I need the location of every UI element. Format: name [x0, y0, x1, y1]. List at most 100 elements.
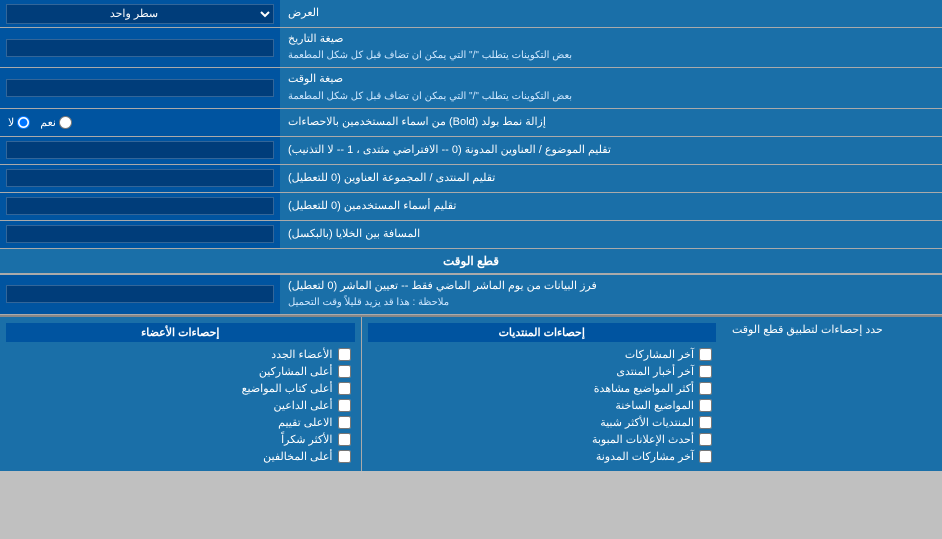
stat-item-4: المواضيع الساخنة — [368, 397, 717, 414]
main-container: العرض سطر واحد سطران ثلاثة أسطر صيغة الت… — [0, 0, 942, 471]
stats-col1-header: إحصاءات المنتديات — [368, 323, 717, 342]
topic-limit-input-wrap: 33 — [0, 137, 280, 164]
stat-label-2: آخر أخبار المنتدى — [616, 365, 694, 378]
spacing-label: المسافة بين الخلايا (بالبكسل) — [280, 221, 942, 248]
realtime-row-note: ملاحظة : هذا قد يزيد قليلاً وقت التحميل — [288, 296, 449, 310]
date-format-input[interactable]: d-m — [6, 39, 274, 57]
time-format-input-wrap: H:i — [0, 68, 280, 107]
bold-no-text: لا — [8, 116, 14, 129]
date-format-row: صيغة التاريخ بعض التكوينات يتطلب "/" الت… — [0, 28, 942, 68]
realtime-row-title: فرز البيانات من يوم الماشر الماضي فقط --… — [288, 279, 597, 294]
stat-checkbox-m5[interactable] — [338, 416, 351, 429]
stat-label-7: آخر مشاركات المدونة — [596, 450, 694, 463]
stat-label-m4: أعلى الداعين — [274, 399, 333, 412]
stats-section: حدد إحصاءات لتطبيق قطع الوقت إحصاءات الم… — [0, 315, 942, 471]
stat-checkbox-m1[interactable] — [338, 348, 351, 361]
username-limit-title: تقليم أسماء المستخدمين (0 للتعطيل) — [288, 199, 456, 214]
time-format-input[interactable]: H:i — [6, 79, 274, 97]
time-format-label: صيغة الوقت بعض التكوينات يتطلب "/" التي … — [280, 68, 942, 107]
realtime-input-wrap: 0 — [0, 275, 280, 314]
stat-item-3: أكثر المواضيع مشاهدة — [368, 380, 717, 397]
stat-label-m7: أعلى المخالفين — [263, 450, 332, 463]
stat-item-m3: أعلى كتاب المواضيع — [6, 380, 355, 397]
stat-item-m4: أعلى الداعين — [6, 397, 355, 414]
date-format-input-wrap: d-m — [0, 28, 280, 67]
realtime-input[interactable]: 0 — [6, 285, 274, 303]
realtime-row: فرز البيانات من يوم الماشر الماضي فقط --… — [0, 275, 942, 315]
stats-col-forums: إحصاءات المنتديات آخر المشاركات آخر أخبا… — [361, 317, 723, 471]
bold-label: إزالة نمط بولد (Bold) من اسماء المستخدمي… — [280, 109, 942, 136]
stats-col1-title: إحصاءات المنتديات — [499, 327, 585, 339]
username-limit-input-wrap: 0 — [0, 193, 280, 220]
bold-yes-text: نعم — [40, 116, 56, 129]
stat-item-m6: الأكثر شكراً — [6, 431, 355, 448]
stat-checkbox-7[interactable] — [699, 450, 712, 463]
time-format-row: صيغة الوقت بعض التكوينات يتطلب "/" التي … — [0, 68, 942, 108]
stat-label-4: المواضيع الساخنة — [615, 399, 694, 412]
stat-label-3: أكثر المواضيع مشاهدة — [594, 382, 694, 395]
stat-checkbox-m7[interactable] — [338, 450, 351, 463]
stats-col2-header: إحصاءات الأعضاء — [6, 323, 355, 342]
stat-label-6: أحدث الإعلانات المبوبة — [592, 433, 694, 446]
realtime-title: قطع الوقت — [443, 254, 499, 268]
stat-item-7: آخر مشاركات المدونة — [368, 448, 717, 465]
stat-checkbox-4[interactable] — [699, 399, 712, 412]
spacing-row: المسافة بين الخلايا (بالبكسل) 2 — [0, 221, 942, 249]
forum-limit-row: تقليم المنتدى / المجموعة العناوين (0 للت… — [0, 165, 942, 193]
stats-cols: إحصاءات المنتديات آخر المشاركات آخر أخبا… — [0, 317, 722, 471]
forum-limit-title: تقليم المنتدى / المجموعة العناوين (0 للت… — [288, 171, 495, 186]
stat-label-5: المنتديات الأكثر شبية — [600, 416, 694, 429]
forum-limit-label: تقليم المنتدى / المجموعة العناوين (0 للت… — [280, 165, 942, 192]
stat-label-m3: أعلى كتاب المواضيع — [242, 382, 333, 395]
stat-checkbox-m6[interactable] — [338, 433, 351, 446]
stats-limit-label: حدد إحصاءات لتطبيق قطع الوقت — [722, 317, 942, 471]
stat-label-1: آخر المشاركات — [625, 348, 694, 361]
stat-checkbox-m4[interactable] — [338, 399, 351, 412]
stat-label-m2: أعلى المشاركين — [259, 365, 333, 378]
spacing-input-wrap: 2 — [0, 221, 280, 248]
stat-checkbox-m3[interactable] — [338, 382, 351, 395]
stat-checkbox-3[interactable] — [699, 382, 712, 395]
topic-limit-row: تقليم الموضوع / العناوين المدونة (0 -- ا… — [0, 137, 942, 165]
spacing-input[interactable]: 2 — [6, 225, 274, 243]
stat-checkbox-5[interactable] — [699, 416, 712, 429]
realtime-label: فرز البيانات من يوم الماشر الماضي فقط --… — [280, 275, 942, 314]
time-format-note: بعض التكوينات يتطلب "/" التي يمكن ان تضا… — [288, 90, 572, 104]
spacing-title: المسافة بين الخلايا (بالبكسل) — [288, 227, 420, 242]
stat-item-1: آخر المشاركات — [368, 346, 717, 363]
date-format-title: صيغة التاريخ — [288, 32, 343, 47]
stat-item-6: أحدث الإعلانات المبوبة — [368, 431, 717, 448]
bold-row: إزالة نمط بولد (Bold) من اسماء المستخدمي… — [0, 109, 942, 137]
header-label: العرض — [280, 0, 942, 27]
bold-radio-group: نعم لا — [0, 109, 280, 136]
stats-limit-text: حدد إحصاءات لتطبيق قطع الوقت — [732, 323, 883, 336]
header-title: العرض — [288, 6, 319, 21]
bold-no-label[interactable]: لا — [8, 116, 30, 129]
header-input: سطر واحد سطران ثلاثة أسطر — [0, 0, 280, 27]
bold-no-radio[interactable] — [17, 116, 30, 129]
stat-label-m6: الأكثر شكراً — [281, 433, 332, 446]
bold-yes-radio[interactable] — [59, 116, 72, 129]
username-limit-label: تقليم أسماء المستخدمين (0 للتعطيل) — [280, 193, 942, 220]
stat-checkbox-6[interactable] — [699, 433, 712, 446]
realtime-header: قطع الوقت — [0, 249, 942, 275]
display-select[interactable]: سطر واحد سطران ثلاثة أسطر — [6, 4, 274, 24]
forum-limit-input[interactable]: 33 — [6, 169, 274, 187]
topic-limit-input[interactable]: 33 — [6, 141, 274, 159]
stat-item-m1: الأعضاء الجدد — [6, 346, 355, 363]
time-format-title: صيغة الوقت — [288, 72, 343, 87]
forum-limit-input-wrap: 33 — [0, 165, 280, 192]
stat-checkbox-1[interactable] — [699, 348, 712, 361]
header-row: العرض سطر واحد سطران ثلاثة أسطر — [0, 0, 942, 28]
stat-label-m5: الاعلى تقييم — [278, 416, 332, 429]
stat-item-5: المنتديات الأكثر شبية — [368, 414, 717, 431]
stat-checkbox-m2[interactable] — [338, 365, 351, 378]
stat-item-2: آخر أخبار المنتدى — [368, 363, 717, 380]
stat-item-m7: أعلى المخالفين — [6, 448, 355, 465]
bold-yes-label[interactable]: نعم — [40, 116, 72, 129]
stats-col-members: إحصاءات الأعضاء الأعضاء الجدد أعلى المشا… — [0, 317, 361, 471]
stat-checkbox-2[interactable] — [699, 365, 712, 378]
stat-label-m1: الأعضاء الجدد — [271, 348, 332, 361]
username-limit-input[interactable]: 0 — [6, 197, 274, 215]
date-format-note: بعض التكوينات يتطلب "/" التي يمكن ان تضا… — [288, 49, 572, 63]
